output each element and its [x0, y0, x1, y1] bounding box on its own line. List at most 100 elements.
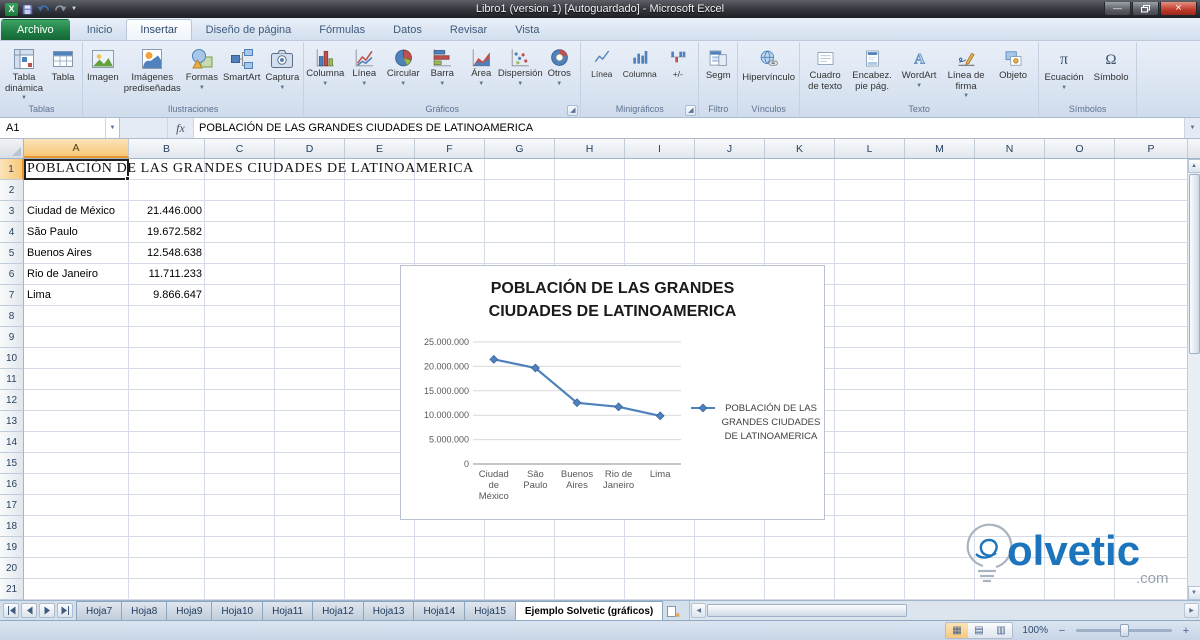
- dialog-launcher-icon[interactable]: ◢: [567, 105, 579, 116]
- ribbon-tab-revisar[interactable]: Revisar: [436, 19, 501, 40]
- column-header-D[interactable]: D: [275, 139, 345, 158]
- row-header-3[interactable]: 3: [0, 201, 24, 222]
- sheet-tab-hoja13[interactable]: Hoja13: [362, 601, 415, 620]
- vertical-scroll-thumb[interactable]: [1188, 174, 1200, 354]
- minimize-button[interactable]: —: [1104, 2, 1131, 16]
- ribbon-button-simbolo[interactable]: Ω Símbolo: [1088, 43, 1134, 103]
- ribbon-tab-datos[interactable]: Datos: [379, 19, 436, 40]
- cell-A3[interactable]: Ciudad de México: [24, 201, 129, 222]
- formula-bar-splitter[interactable]: [120, 118, 168, 138]
- ribbon-button-objeto[interactable]: Objeto: [990, 43, 1036, 103]
- cell-B4[interactable]: 19.672.582: [129, 222, 205, 243]
- normal-view-button[interactable]: ▦: [946, 623, 968, 638]
- cell-B5[interactable]: 12.548.638: [129, 243, 205, 264]
- ribbon-button-cuadro-de-texto[interactable]: Cuadro de texto: [802, 43, 848, 103]
- zoom-in-button[interactable]: +: [1179, 624, 1193, 638]
- ribbon-button-tabla-dinamica[interactable]: Tabla dinámica ▼: [3, 43, 45, 103]
- column-header-L[interactable]: L: [835, 139, 905, 158]
- scroll-right-icon[interactable]: ▶: [1184, 603, 1199, 618]
- sheet-tab-hoja7[interactable]: Hoja7: [76, 601, 123, 620]
- column-header-O[interactable]: O: [1045, 139, 1115, 158]
- ribbon-button-otros[interactable]: Otros ▼: [540, 43, 578, 103]
- qat-menu-arrow-icon[interactable]: ▼: [71, 6, 77, 12]
- sheet-tab-hoja9[interactable]: Hoja9: [166, 601, 213, 620]
- cell-B7[interactable]: 9.866.647: [129, 285, 205, 306]
- row-header-14[interactable]: 14: [0, 432, 24, 453]
- ribbon-button-encabez-pie-pag[interactable]: Encabez. pie pág.: [849, 43, 895, 103]
- column-header-C[interactable]: C: [205, 139, 275, 158]
- zoom-level[interactable]: 100%: [1020, 625, 1048, 636]
- cell-B3[interactable]: 21.446.000: [129, 201, 205, 222]
- ribbon-tab-vista[interactable]: Vista: [501, 19, 553, 40]
- name-box-dropdown-icon[interactable]: ▼: [106, 118, 120, 138]
- dialog-launcher-icon[interactable]: ◢: [685, 105, 697, 116]
- column-header-I[interactable]: I: [625, 139, 695, 158]
- insert-worksheet-button[interactable]: [662, 601, 684, 620]
- row-header-20[interactable]: 20: [0, 558, 24, 579]
- row-header-6[interactable]: 6: [0, 264, 24, 285]
- sheet-tab-hoja11[interactable]: Hoja11: [262, 601, 314, 620]
- row-header-16[interactable]: 16: [0, 474, 24, 495]
- zoom-out-button[interactable]: −: [1055, 624, 1069, 638]
- row-header-19[interactable]: 19: [0, 537, 24, 558]
- column-header-N[interactable]: N: [975, 139, 1045, 158]
- ribbon-tab-formulas[interactable]: Fórmulas: [305, 19, 379, 40]
- select-all-corner[interactable]: [0, 139, 24, 158]
- ribbon-button-linea[interactable]: Línea: [583, 43, 620, 103]
- ribbon-button-columna[interactable]: Columna: [621, 43, 658, 103]
- horizontal-scroll-thumb[interactable]: [707, 604, 908, 617]
- ribbon-tab-archivo[interactable]: Archivo: [1, 19, 70, 40]
- sheet-tab-hoja14[interactable]: Hoja14: [413, 601, 466, 620]
- zoom-slider[interactable]: [1076, 624, 1172, 637]
- row-header-18[interactable]: 18: [0, 516, 24, 537]
- zoom-slider-thumb[interactable]: [1120, 624, 1129, 637]
- row-header-13[interactable]: 13: [0, 411, 24, 432]
- sheet-tab-ejemplo-solvetic-graficos[interactable]: Ejemplo Solvetic (gráficos): [514, 601, 664, 620]
- cell-A7[interactable]: Lima: [24, 285, 129, 306]
- column-header-H[interactable]: H: [555, 139, 625, 158]
- ribbon-button-area[interactable]: Área ▼: [462, 43, 500, 103]
- column-header-J[interactable]: J: [695, 139, 765, 158]
- name-box[interactable]: A1: [0, 118, 106, 138]
- next-sheet-button[interactable]: [39, 603, 55, 618]
- row-header-4[interactable]: 4: [0, 222, 24, 243]
- restore-button[interactable]: [1132, 2, 1159, 16]
- redo-icon[interactable]: [54, 4, 67, 14]
- row-header-10[interactable]: 10: [0, 348, 24, 369]
- sheet-tab-hoja15[interactable]: Hoja15: [464, 601, 516, 620]
- column-header-G[interactable]: G: [485, 139, 555, 158]
- undo-icon[interactable]: [37, 4, 50, 14]
- cell-A4[interactable]: São Paulo: [24, 222, 129, 243]
- row-header-2[interactable]: 2: [0, 180, 24, 201]
- vertical-scrollbar[interactable]: ▲ ▼: [1187, 159, 1200, 600]
- ribbon-tab-inicio[interactable]: Inicio: [73, 19, 127, 40]
- ribbon-button-captura[interactable]: Captura ▼: [263, 43, 301, 103]
- prev-sheet-button[interactable]: [21, 603, 37, 618]
- sheet-grid[interactable]: POBLACIÓN DE LAS GRANDES CIUDADES DE LAT…: [24, 159, 1187, 600]
- ribbon-button-tabla[interactable]: Tabla: [46, 43, 80, 103]
- excel-icon[interactable]: X: [5, 2, 18, 16]
- ribbon-button-linea-de-firma[interactable]: Línea de firma ▼: [943, 43, 989, 103]
- formula-bar-expand-icon[interactable]: ▼: [1184, 118, 1200, 138]
- row-header-5[interactable]: 5: [0, 243, 24, 264]
- column-header-P[interactable]: P: [1115, 139, 1188, 158]
- ribbon-button-winloss[interactable]: +/-: [659, 43, 696, 103]
- ribbon-button-circular[interactable]: Circular ▼: [384, 43, 422, 103]
- row-header-9[interactable]: 9: [0, 327, 24, 348]
- ribbon-button-columna[interactable]: Columna ▼: [306, 43, 344, 103]
- close-button[interactable]: ×: [1160, 2, 1197, 16]
- ribbon-button-dispersion[interactable]: Dispersión ▼: [498, 43, 543, 103]
- row-header-8[interactable]: 8: [0, 306, 24, 327]
- save-icon[interactable]: [22, 3, 33, 15]
- sheet-tab-hoja10[interactable]: Hoja10: [211, 601, 264, 620]
- insert-function-button[interactable]: fx: [168, 118, 194, 138]
- embedded-chart[interactable]: POBLACIÓN DE LAS GRANDES CIUDADES DE LATI…: [400, 265, 825, 520]
- row-header-12[interactable]: 12: [0, 390, 24, 411]
- ribbon-button-hipervinculo[interactable]: Hipervínculo: [740, 43, 797, 103]
- scroll-left-icon[interactable]: ◀: [691, 603, 707, 618]
- ribbon-button-barra[interactable]: Barra ▼: [423, 43, 461, 103]
- sheet-tab-hoja12[interactable]: Hoja12: [312, 601, 364, 620]
- row-header-7[interactable]: 7: [0, 285, 24, 306]
- column-header-B[interactable]: B: [129, 139, 205, 158]
- ribbon-button-linea[interactable]: Línea ▼: [345, 43, 383, 103]
